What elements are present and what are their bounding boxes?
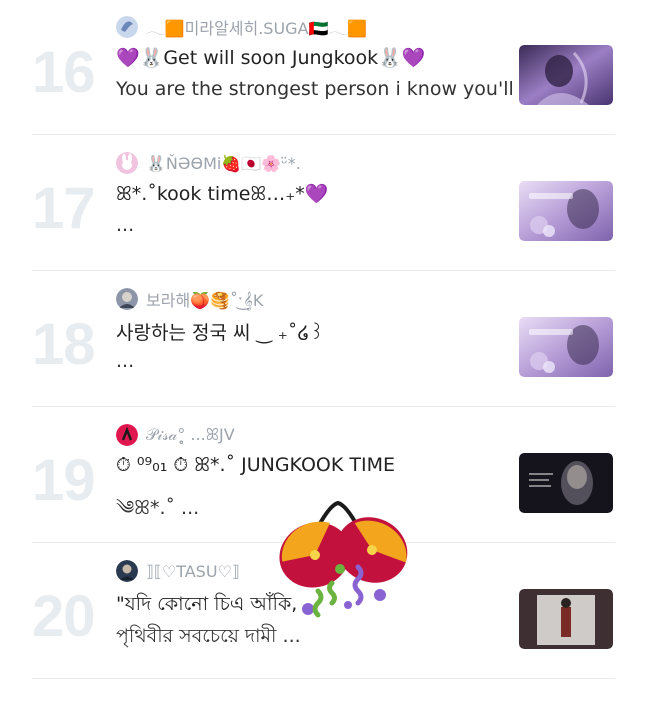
author-name: 🐰ŇӘƟMi🍓🇯🇵🌸ᵕ̈*. bbox=[146, 153, 301, 173]
post-snippet: ... bbox=[116, 350, 135, 372]
post-title[interactable]: ⏱ ⁰⁹₀₁ ⏱ ꕤ*.˚ JUNGKOOK TIME bbox=[116, 454, 395, 476]
post-title[interactable]: ꕤ*.˚kook timeꕤ…₊*💜 bbox=[116, 182, 328, 205]
divider bbox=[32, 406, 615, 407]
post-thumbnail[interactable] bbox=[519, 453, 613, 513]
post-title[interactable]: 사랑하는 정국 씨 ‿ ₊˚໒꒱ bbox=[116, 318, 324, 345]
author-name: ⟧⟦♡TASU♡⟧ bbox=[146, 561, 240, 581]
post-snippet: You are the strongest person i know you'… bbox=[116, 78, 538, 100]
author-line[interactable]: 보라해🍑🥞˚ˑ͜𝄞K bbox=[116, 286, 263, 312]
post-snippet: ... bbox=[116, 214, 135, 236]
author-name: 𓂃🟧미라알세히.SUGA🇦🇪𓂃🟧 bbox=[146, 19, 368, 38]
post-thumbnail[interactable] bbox=[519, 589, 613, 649]
author-line[interactable]: 🐰ŇӘƟMi🍓🇯🇵🌸ᵕ̈*. bbox=[116, 150, 301, 176]
post-thumbnail[interactable] bbox=[519, 45, 613, 105]
rank-number: 20 bbox=[32, 584, 96, 649]
list-item-17[interactable]: 17 🐰ŇӘƟMi🍓🇯🇵🌸ᵕ̈*. ꕤ*.˚kook timeꕤ…₊*💜 ... bbox=[0, 136, 647, 271]
author-line[interactable]: ⟧⟦♡TASU♡⟧ bbox=[116, 558, 240, 584]
avatar[interactable] bbox=[116, 152, 138, 174]
author-line[interactable]: 𝒫𝒾𝓈𝒶°̥̥̥̥ ...ꕤJV bbox=[116, 422, 235, 448]
divider bbox=[32, 134, 615, 135]
post-snippet: ༄ꕤ*.˚ ... bbox=[116, 497, 200, 519]
list-item-18[interactable]: 18 보라해🍑🥞˚ˑ͜𝄞K 사랑하는 정국 씨 ‿ ₊˚໒꒱ ... bbox=[0, 272, 647, 407]
rank-number: 17 bbox=[32, 176, 96, 241]
party-popper-icon bbox=[279, 500, 408, 618]
rank-number: 18 bbox=[32, 312, 96, 377]
avatar[interactable] bbox=[116, 16, 138, 38]
rank-number: 16 bbox=[32, 40, 96, 105]
avatar[interactable] bbox=[116, 288, 138, 310]
post-thumbnail[interactable] bbox=[519, 317, 613, 377]
author-name: 보라해🍑🥞˚ˑ͜𝄞K bbox=[146, 291, 264, 310]
divider bbox=[32, 678, 615, 679]
post-title[interactable]: 💜🐰Get will soon Jungkook🐰💜 bbox=[116, 46, 426, 69]
avatar[interactable] bbox=[116, 560, 138, 582]
author-line[interactable]: 𓂃🟧미라알세히.SUGA🇦🇪𓂃🟧 bbox=[116, 14, 367, 40]
author-name: 𝒫𝒾𝓈𝒶°̥̥̥̥ ...ꕤJV bbox=[146, 425, 235, 444]
list-item-16[interactable]: 16 𓂃🟧미라알세히.SUGA🇦🇪𓂃🟧 💜🐰Get will soon Jung… bbox=[0, 0, 647, 135]
rank-number: 19 bbox=[32, 448, 96, 513]
divider bbox=[32, 270, 615, 271]
post-thumbnail[interactable] bbox=[519, 181, 613, 241]
avatar[interactable] bbox=[116, 424, 138, 446]
